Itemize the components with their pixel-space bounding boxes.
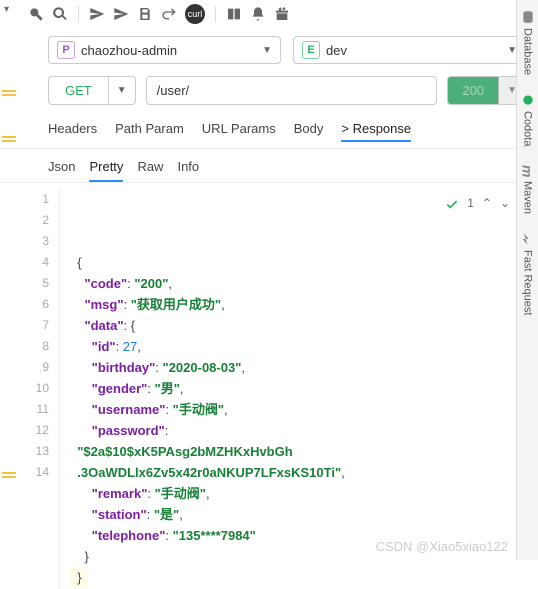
- side-tab-database[interactable]: Database: [521, 10, 535, 75]
- url-input[interactable]: /user/: [146, 76, 438, 105]
- wrench-icon[interactable]: [28, 6, 44, 22]
- side-tab-maven[interactable]: mMaven: [520, 165, 536, 214]
- tab-url-params[interactable]: URL Params: [202, 121, 276, 142]
- env-label: dev: [326, 43, 507, 58]
- curl-icon[interactable]: curl: [185, 4, 205, 24]
- book-icon[interactable]: [226, 6, 242, 22]
- tab-body[interactable]: Body: [294, 121, 324, 142]
- right-tool-panel: Database Codota mMaven Fast Request: [516, 0, 538, 560]
- redo-icon[interactable]: [161, 6, 177, 22]
- mark-count: 1: [467, 193, 474, 214]
- check-icon: [445, 197, 459, 211]
- dropdown-caret-icon[interactable]: ▾: [4, 4, 9, 15]
- tab--response[interactable]: > Response: [341, 121, 411, 142]
- left-gutter-marks: [2, 90, 16, 478]
- status-label: 200: [448, 77, 498, 104]
- send-fill-icon[interactable]: [89, 6, 105, 22]
- down-icon[interactable]: ⌄: [500, 193, 510, 214]
- resp-tab-pretty[interactable]: Pretty: [89, 159, 123, 182]
- side-tab-codota[interactable]: Codota: [521, 93, 535, 146]
- tab-headers[interactable]: Headers: [48, 121, 97, 142]
- chevron-down-icon: ▼: [108, 77, 135, 104]
- project-dropdown[interactable]: P chaozhou-admin ▼: [48, 36, 281, 64]
- send-outline-icon[interactable]: [113, 6, 129, 22]
- project-badge: P: [57, 41, 75, 59]
- bell-icon[interactable]: [250, 6, 266, 22]
- env-dropdown[interactable]: E dev ▼: [293, 36, 526, 64]
- line-gutter: 1234567891011121314: [20, 189, 60, 589]
- response-body[interactable]: 1 ⌃ ⌄ { "code": "200", "msg": "获取用户成功", …: [60, 189, 538, 589]
- env-badge: E: [302, 41, 320, 59]
- project-label: chaozhou-admin: [81, 43, 262, 58]
- up-icon[interactable]: ⌃: [482, 193, 492, 214]
- save-icon[interactable]: [137, 6, 153, 22]
- main-tabs: Headers Path Param URL Params Body > Respons…: [0, 109, 538, 149]
- validation-marks[interactable]: 1 ⌃ ⌄: [445, 193, 510, 214]
- resp-tab-json[interactable]: Json: [48, 159, 75, 182]
- resp-tab-raw[interactable]: Raw: [137, 159, 163, 182]
- response-tabs: Json Pretty Raw Info: [0, 149, 538, 183]
- gift-icon[interactable]: [274, 6, 290, 22]
- side-tab-fast-request[interactable]: Fast Request: [521, 232, 535, 315]
- status-select[interactable]: 200 ▼: [447, 76, 526, 105]
- chevron-down-icon: ▼: [262, 45, 272, 56]
- tab-path-param[interactable]: Path Param: [115, 121, 184, 142]
- search-icon[interactable]: [52, 6, 68, 22]
- method-select[interactable]: GET ▼: [48, 76, 136, 105]
- method-label: GET: [49, 77, 108, 104]
- resp-tab-info[interactable]: Info: [177, 159, 199, 182]
